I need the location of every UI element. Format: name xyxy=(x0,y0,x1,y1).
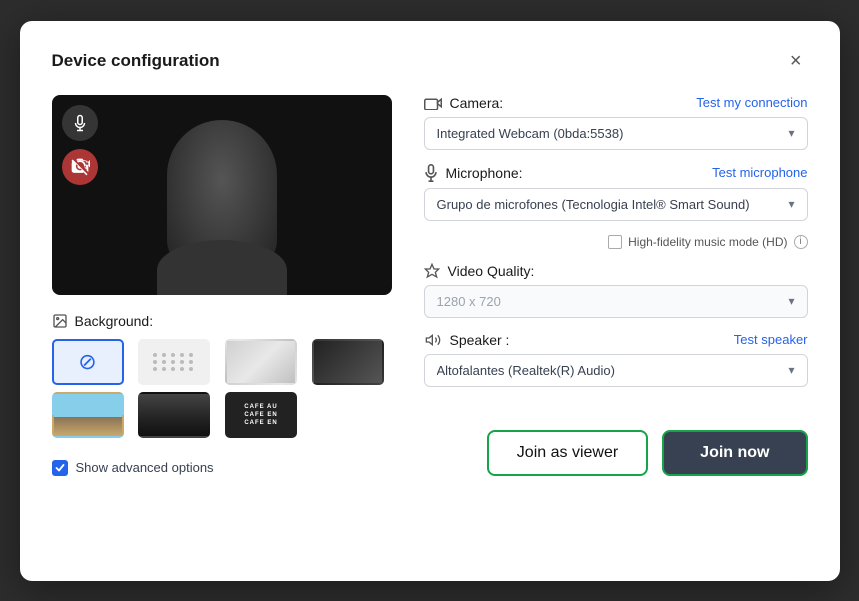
video-quality-label-row: Video Quality: xyxy=(424,263,808,279)
camera-label-text: Camera: xyxy=(450,95,504,111)
text-line-3: CAFE EN xyxy=(244,420,277,426)
star-icon xyxy=(424,263,440,279)
mic-icon xyxy=(424,164,438,182)
microphone-toggle-button[interactable] xyxy=(62,105,98,141)
background-text: Background: xyxy=(75,313,154,329)
text-lines: CAFE AU CAFE EN CAFE EN xyxy=(244,404,277,426)
background-none-item[interactable]: ⊘ xyxy=(52,339,124,385)
join-as-viewer-button[interactable]: Join as viewer xyxy=(487,430,648,476)
speaker-label-text: Speaker : xyxy=(450,332,510,348)
modal-header: Device configuration × xyxy=(52,49,808,73)
camera-label-row: Camera: Test my connection xyxy=(424,95,808,111)
footer-buttons: Join as viewer Join now xyxy=(424,412,808,476)
video-quality-chevron-icon: ▾ xyxy=(788,294,794,308)
none-icon: ⊘ xyxy=(78,349,96,375)
device-configuration-modal: Device configuration × xyxy=(20,21,840,581)
speaker-chevron-icon: ▾ xyxy=(788,363,794,377)
advanced-options-row: Show advanced options xyxy=(52,460,392,476)
right-panel: Camera: Test my connection Integrated We… xyxy=(424,95,808,476)
speaker-select[interactable]: Altofalantes (Realtek(R) Audio) ▾ xyxy=(424,354,808,387)
join-now-button[interactable]: Join now xyxy=(662,430,807,476)
microphone-icon xyxy=(71,114,89,132)
info-icon[interactable]: i xyxy=(794,235,808,249)
hifi-checkbox[interactable] xyxy=(608,235,622,249)
dots-pattern xyxy=(153,353,195,371)
text-line-2: CAFE EN xyxy=(244,412,277,418)
user-avatar-silhouette xyxy=(167,120,277,270)
background-label: Background: xyxy=(52,313,392,329)
test-microphone-button[interactable]: Test microphone xyxy=(712,165,807,180)
background-city-item[interactable] xyxy=(138,392,210,438)
camera-select-value: Integrated Webcam (0bda:5538) xyxy=(437,126,624,141)
text-line-1: CAFE AU xyxy=(244,404,277,410)
microphone-label-row: Microphone: Test microphone xyxy=(424,164,808,182)
background-beach-item[interactable] xyxy=(52,392,124,438)
background-section: Background: ⊘ xyxy=(52,313,392,438)
microphone-row: Microphone: Test microphone Grupo de mic… xyxy=(424,164,808,221)
video-quality-label: Video Quality: xyxy=(424,263,535,279)
modal-title: Device configuration xyxy=(52,51,220,71)
speaker-row: Speaker : Test speaker Altofalantes (Rea… xyxy=(424,332,808,387)
microphone-select[interactable]: Grupo de microfones (Tecnologia Intel® S… xyxy=(424,188,808,221)
left-panel: Background: ⊘ xyxy=(52,95,392,476)
video-preview xyxy=(52,95,392,295)
microphone-label: Microphone: xyxy=(424,164,523,182)
close-button[interactable]: × xyxy=(784,49,808,73)
background-grid: ⊘ xyxy=(52,339,392,438)
camera-chevron-icon: ▾ xyxy=(788,126,794,140)
hifi-row: High-fidelity music mode (HD) i xyxy=(424,235,808,249)
video-quality-select[interactable]: 1280 x 720 ▾ xyxy=(424,285,808,318)
speaker-select-value: Altofalantes (Realtek(R) Audio) xyxy=(437,363,615,378)
microphone-chevron-icon: ▾ xyxy=(788,197,794,211)
video-quality-row: Video Quality: 1280 x 720 ▾ xyxy=(424,263,808,318)
background-room-item[interactable] xyxy=(225,339,297,385)
camera-off-icon xyxy=(70,157,90,177)
background-dark-item[interactable] xyxy=(312,339,384,385)
test-camera-button[interactable]: Test my connection xyxy=(696,95,807,110)
modal-body: Background: ⊘ xyxy=(52,95,808,476)
speaker-icon xyxy=(424,332,442,348)
hifi-label: High-fidelity music mode (HD) xyxy=(628,235,787,249)
camera-toggle-button[interactable] xyxy=(62,149,98,185)
video-quality-value: 1280 x 720 xyxy=(437,294,501,309)
checkmark-icon xyxy=(55,463,65,473)
microphone-label-text: Microphone: xyxy=(446,165,523,181)
speaker-label: Speaker : xyxy=(424,332,510,348)
background-dots-item[interactable] xyxy=(138,339,210,385)
test-speaker-button[interactable]: Test speaker xyxy=(734,332,808,347)
camera-row: Camera: Test my connection Integrated We… xyxy=(424,95,808,150)
speaker-label-row: Speaker : Test speaker xyxy=(424,332,808,348)
microphone-select-value: Grupo de microfones (Tecnologia Intel® S… xyxy=(437,197,750,212)
camera-icon xyxy=(424,96,442,110)
background-text-item[interactable]: CAFE AU CAFE EN CAFE EN xyxy=(225,392,297,438)
camera-label: Camera: xyxy=(424,95,504,111)
advanced-options-label: Show advanced options xyxy=(76,460,214,475)
video-quality-label-text: Video Quality: xyxy=(448,263,535,279)
camera-select[interactable]: Integrated Webcam (0bda:5538) ▾ xyxy=(424,117,808,150)
advanced-options-checkbox[interactable] xyxy=(52,460,68,476)
image-icon xyxy=(52,313,68,329)
